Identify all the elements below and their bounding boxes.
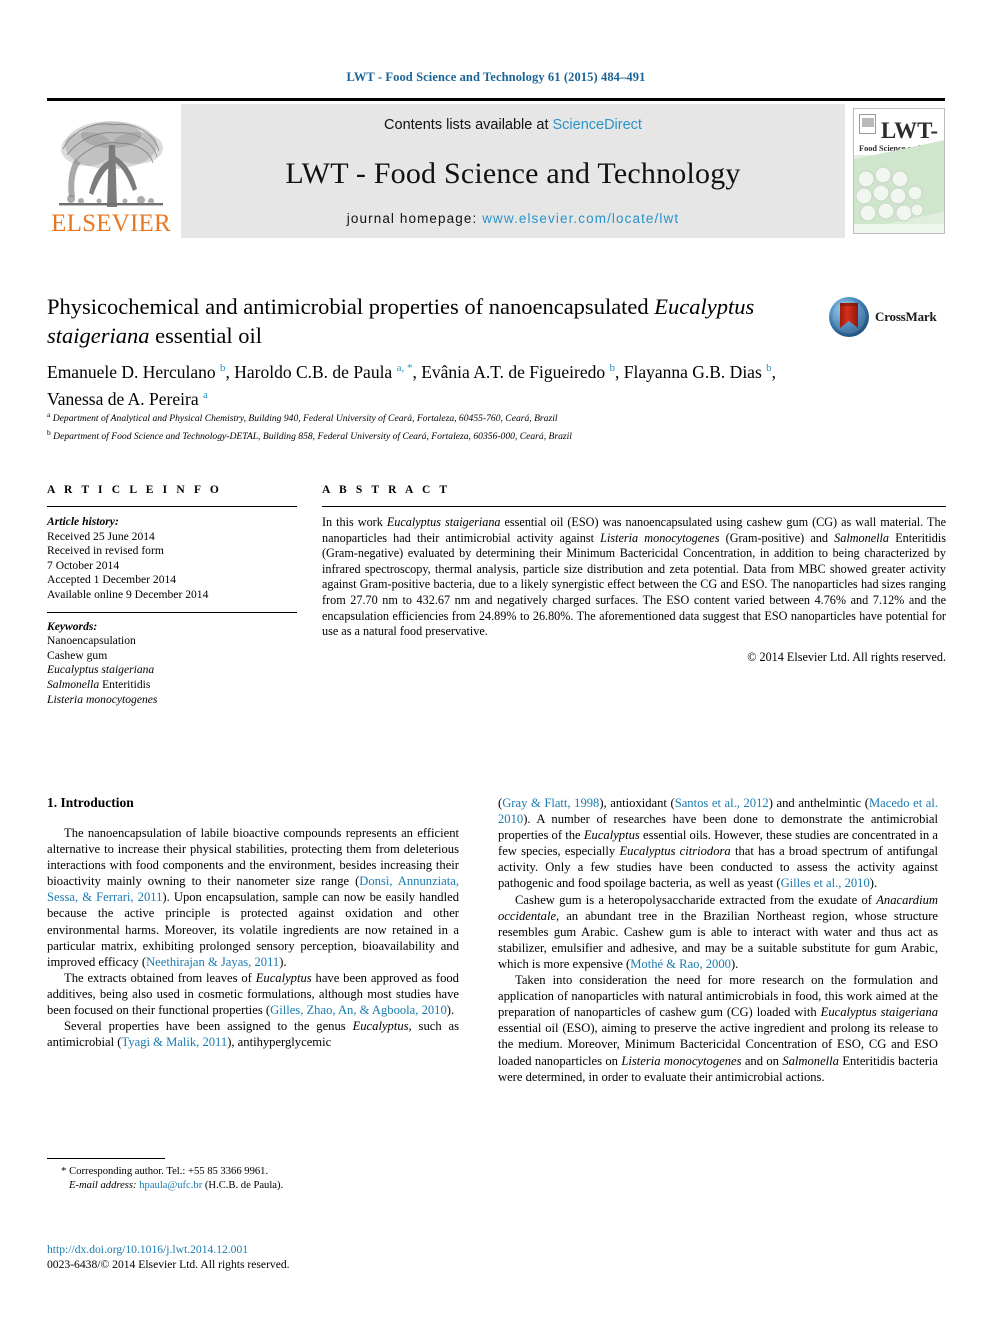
keyword-item: Listeria monocytogenes xyxy=(47,692,158,706)
elsevier-logo: ELSEVIER xyxy=(47,104,175,238)
corresponding-author-line: * Corresponding author. Tel.: +55 85 336… xyxy=(47,1164,459,1179)
article-history-label: Article history: xyxy=(47,515,119,528)
abstract-text: In this work Eucalyptus staigeriana esse… xyxy=(322,515,946,664)
paragraph: Cashew gum is a heteropolysaccharide ext… xyxy=(498,892,938,971)
author-item: Emanuele D. Herculano b, xyxy=(47,361,235,382)
cover-publisher-mark xyxy=(859,114,876,134)
journal-title: LWT - Food Science and Technology xyxy=(285,157,741,190)
keywords-block: Keywords: Nanoencapsulation Cashew gum E… xyxy=(47,611,297,708)
keyword-item: Eucalyptus staigeriana xyxy=(47,663,155,677)
cover-bottom-strip xyxy=(854,224,944,233)
author-item: Haroldo C.B. de Paula a, *, xyxy=(234,361,422,382)
author-item: Vanessa de A. Pereira a xyxy=(47,388,208,409)
history-item: 7 October 2014 xyxy=(47,558,120,572)
affiliation-mark: b xyxy=(47,427,51,437)
elsevier-wordmark: ELSEVIER xyxy=(51,210,171,237)
corresponding-author-footnote: * Corresponding author. Tel.: +55 85 336… xyxy=(47,1158,459,1193)
keywords-label: Keywords: xyxy=(47,619,98,633)
issn-copyright-line: 0023-6438/© 2014 Elsevier Ltd. All right… xyxy=(47,1258,290,1271)
footnote-rule xyxy=(47,1158,165,1159)
sciencedirect-link[interactable]: ScienceDirect xyxy=(553,117,642,133)
running-head: LWT - Food Science and Technology 61 (20… xyxy=(346,70,646,84)
body-column-right: (Gray & Flatt, 1998), antioxidant (Santo… xyxy=(498,795,938,1085)
contents-available-line: Contents lists available at ScienceDirec… xyxy=(384,117,642,133)
asterisk-marker: * xyxy=(61,1165,67,1177)
citation-link[interactable]: Donsì, Annunziata, Sessa, & Ferrari, 201… xyxy=(47,874,459,904)
citation-link[interactable]: Santos et al., 2012 xyxy=(675,796,769,810)
keyword-item: Cashew gum xyxy=(47,648,108,662)
journal-homepage-link[interactable]: www.elsevier.com/locate/lwt xyxy=(482,211,679,226)
email-link[interactable]: hpaula@ufc.br xyxy=(139,1180,202,1191)
journal-homepage-line: journal homepage: www.elsevier.com/locat… xyxy=(347,211,679,226)
history-item: Accepted 1 December 2014 xyxy=(47,573,177,587)
cover-green-area xyxy=(854,139,944,233)
author-affil-mark: a, * xyxy=(396,362,413,374)
abstract-section: A B S T R A C T In this work Eucalyptus … xyxy=(322,484,946,665)
citation-link[interactable]: Tyagi & Malik, 2011 xyxy=(122,1035,228,1049)
author-list: Emanuele D. Herculano b, Haroldo C.B. de… xyxy=(47,357,817,411)
email-label: E-mail address: xyxy=(69,1180,137,1191)
author-affil-mark: a xyxy=(203,388,208,401)
abstract-heading: A B S T R A C T xyxy=(322,484,451,496)
paragraph: (Gray & Flatt, 1998), antioxidant (Santo… xyxy=(498,796,939,891)
affiliation-mark: a xyxy=(47,410,51,419)
doi-link[interactable]: http://dx.doi.org/10.1016/j.lwt.2014.12.… xyxy=(47,1242,467,1257)
title-line-1: Physicochemical and antimicrobial proper… xyxy=(47,294,649,319)
abstract-copyright: © 2014 Elsevier Ltd. All rights reserved… xyxy=(747,649,946,664)
citation-link[interactable]: Gray & Flatt, 1998 xyxy=(502,796,599,810)
article-first-page: LWT - Food Science and Technology 61 (20… xyxy=(0,0,992,1323)
body-column-left: 1. Introduction The nanoencapsulation of… xyxy=(47,795,459,1050)
journal-band: Contents lists available at ScienceDirec… xyxy=(181,104,845,238)
cover-title: LWT- xyxy=(880,118,938,143)
homepage-prefix: journal homepage: xyxy=(346,211,483,226)
abstract-rule xyxy=(322,506,946,507)
history-item: Received 25 June 2014 xyxy=(47,529,155,543)
paragraph: The nanoencapsulation of labile bioactiv… xyxy=(47,826,459,969)
title-line-2-rest: essential oil xyxy=(149,323,262,348)
cover-spheres-image xyxy=(856,166,924,222)
elsevier-tree-icon xyxy=(59,121,163,207)
keyword-item: Nanoencapsulation xyxy=(47,634,136,648)
article-info-section: A R T I C L E I N F O Article history: R… xyxy=(47,484,297,707)
keyword-item: Salmonella Enteritidis xyxy=(47,677,151,691)
article-history-block: Article history: Received 25 June 2014 R… xyxy=(47,515,297,603)
crossmark-badge[interactable]: CrossMark xyxy=(828,294,946,340)
page-title: Physicochemical and antimicrobial proper… xyxy=(47,292,807,350)
doi-block: http://dx.doi.org/10.1016/j.lwt.2014.12.… xyxy=(47,1242,467,1272)
article-info-heading: A R T I C L E I N F O xyxy=(47,484,222,496)
author-item: Flayanna G.B. Dias b, xyxy=(623,361,777,382)
history-item: Received in revised form xyxy=(47,544,164,558)
affiliation-list: a Department of Analytical and Physical … xyxy=(47,408,847,443)
corresponding-author-text: Corresponding author. Tel.: +55 85 3366 … xyxy=(69,1166,269,1177)
affiliation-item: b Department of Food Science and Technol… xyxy=(47,427,572,442)
crossmark-icon xyxy=(829,297,869,337)
title-block: Physicochemical and antimicrobial proper… xyxy=(47,292,807,350)
citation-link[interactable]: Neethirajan & Jayas, 2011 xyxy=(146,955,279,969)
history-item: Available online 9 December 2014 xyxy=(47,587,209,601)
citation-link[interactable]: Mothé & Rao, 2000 xyxy=(630,957,731,971)
article-info-rule xyxy=(47,506,297,507)
paragraph: The extracts obtained from leaves of Euc… xyxy=(47,970,459,1018)
author-item: Evânia A.T. de Figueiredo b, xyxy=(421,361,624,382)
citation-link[interactable]: Gilles, Zhao, An, & Agboola, 2010 xyxy=(270,1003,447,1017)
paragraph: Taken into consideration the need for mo… xyxy=(498,973,938,1084)
keywords-rule xyxy=(47,611,297,613)
email-line: E-mail address: hpaula@ufc.br (H.C.B. de… xyxy=(47,1179,459,1193)
crossmark-label: CrossMark xyxy=(875,309,937,324)
paragraph: Several properties have been assigned to… xyxy=(47,1019,459,1050)
journal-masthead: ELSEVIER Contents lists available at Sci… xyxy=(47,98,945,238)
contents-prefix: Contents lists available at xyxy=(384,117,553,133)
email-suffix: (H.C.B. de Paula). xyxy=(204,1180,284,1191)
citation-link[interactable]: Gilles et al., 2010 xyxy=(781,876,870,890)
journal-cover-thumbnail[interactable]: LWT- Food Science and Technology xyxy=(853,108,945,234)
affiliation-item: a Department of Analytical and Physical … xyxy=(47,410,558,425)
section-heading-introduction: 1. Introduction xyxy=(47,795,134,810)
